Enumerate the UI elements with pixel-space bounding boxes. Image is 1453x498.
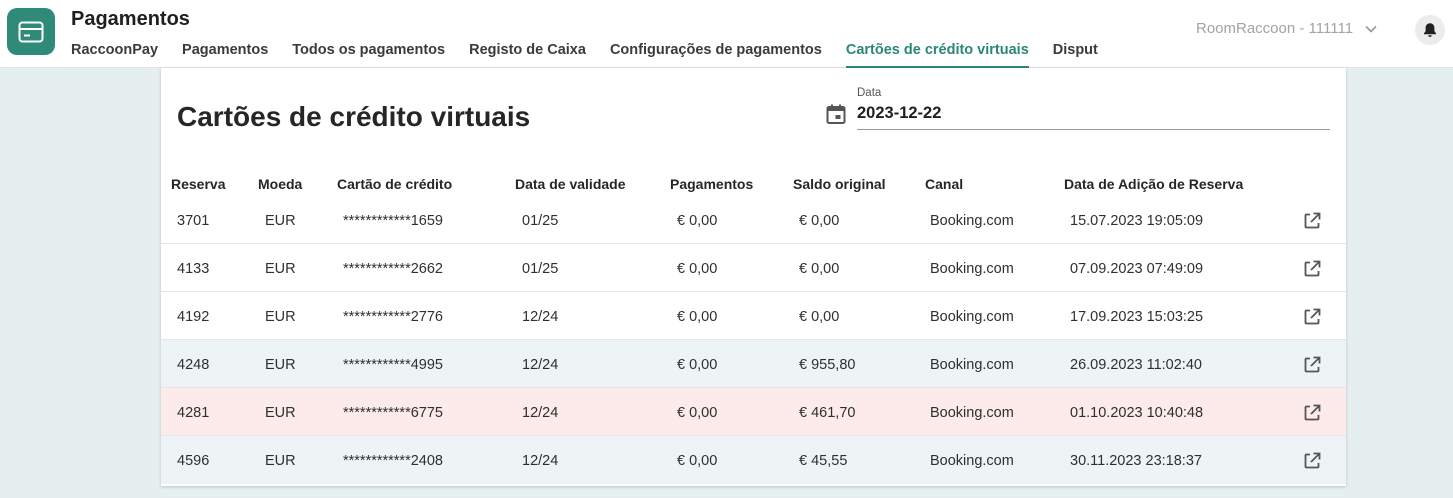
cell-canal: Booking.com	[930, 453, 1014, 469]
cell-data-adicao: 26.09.2023 11:02:40	[1070, 357, 1202, 373]
top-bar: Pagamentos RaccoonPay Pagamentos Todos o…	[0, 0, 1453, 68]
cell-cartao: ************2662	[343, 261, 443, 277]
tab-todos-os-pagamentos[interactable]: Todos os pagamentos	[292, 40, 445, 68]
tab-cartoes-de-credito-virtuais[interactable]: Cartões de crédito virtuais	[845, 40, 1029, 68]
cell-moeda: EUR	[265, 261, 296, 277]
table-row[interactable]: 4192 EUR ************2776 12/24 € 0,00 €…	[161, 292, 1346, 340]
tab-configuracoes-de-pagamentos[interactable]: Configurações de pagamentos	[610, 40, 822, 68]
cell-saldo: € 0,00	[799, 309, 840, 325]
app-title: Pagamentos	[71, 8, 190, 30]
cell-data-adicao: 17.09.2023 15:03:25	[1070, 309, 1204, 325]
cell-validade: 12/24	[522, 405, 559, 421]
table-row[interactable]: 4596 EUR ************2408 12/24 € 0,00 €…	[161, 436, 1346, 484]
cell-validade: 01/25	[522, 213, 559, 229]
header-pagamentos[interactable]: Pagamentos	[670, 176, 753, 192]
cell-cartao: ************2408	[343, 453, 443, 469]
cell-cartao: ************6775	[343, 405, 443, 421]
tab-disput[interactable]: Disput	[1053, 40, 1098, 68]
external-link-icon[interactable]	[1302, 355, 1322, 375]
tab-registo-de-caixa[interactable]: Registo de Caixa	[469, 40, 586, 68]
header-cartao-de-credito[interactable]: Cartão de crédito	[337, 176, 452, 192]
cell-validade: 12/24	[522, 453, 559, 469]
cell-cartao: ************4995	[343, 357, 443, 373]
header-moeda[interactable]: Moeda	[258, 176, 302, 192]
cell-pagamentos: € 0,00	[677, 453, 718, 469]
vcc-card: Cartões de crédito virtuais Data 2023-12…	[161, 68, 1346, 486]
cell-pagamentos: € 0,00	[677, 405, 718, 421]
bell-icon[interactable]	[1415, 15, 1445, 45]
cell-reserva: 4192	[177, 309, 210, 325]
cell-moeda: EUR	[265, 213, 296, 229]
cell-cartao: ************1659	[343, 213, 443, 229]
table-row[interactable]: 3701 EUR ************1659 01/25 € 0,00 €…	[161, 196, 1346, 244]
account-selector[interactable]: RoomRaccoon - 111111	[1196, 20, 1377, 37]
cell-data-adicao: 30.11.2023 23:18:37	[1070, 453, 1202, 469]
cell-data-adicao: 01.10.2023 10:40:48	[1070, 405, 1204, 421]
page-title: Cartões de crédito virtuais	[177, 101, 531, 132]
cell-canal: Booking.com	[930, 309, 1014, 325]
cell-pagamentos: € 0,00	[677, 309, 718, 325]
tab-pagamentos[interactable]: Pagamentos	[182, 40, 268, 68]
cell-reserva: 4248	[177, 357, 210, 373]
cell-reserva: 4281	[177, 405, 210, 421]
cell-saldo: € 45,55	[799, 453, 848, 469]
cell-validade: 01/25	[522, 261, 559, 277]
cell-moeda: EUR	[265, 309, 296, 325]
chevron-down-icon	[1365, 20, 1377, 37]
cell-moeda: EUR	[265, 357, 296, 373]
external-link-icon[interactable]	[1302, 211, 1322, 231]
cell-data-adicao: 15.07.2023 19:05:09	[1070, 213, 1204, 229]
external-link-icon[interactable]	[1302, 403, 1322, 423]
cell-moeda: EUR	[265, 453, 296, 469]
table-row[interactable]: 4133 EUR ************2662 01/25 € 0,00 €…	[161, 244, 1346, 292]
nav-tabs: RaccoonPay Pagamentos Todos os pagamento…	[71, 40, 1122, 68]
header-reserva[interactable]: Reserva	[171, 176, 226, 192]
cell-reserva: 4133	[177, 261, 210, 277]
cell-cartao: ************2776	[343, 309, 443, 325]
header-data-de-adicao[interactable]: Data de Adição de Reserva	[1064, 176, 1243, 192]
cell-moeda: EUR	[265, 405, 296, 421]
cell-canal: Booking.com	[930, 405, 1014, 421]
cell-canal: Booking.com	[930, 213, 1014, 229]
cell-validade: 12/24	[522, 309, 559, 325]
external-link-icon[interactable]	[1302, 259, 1322, 279]
cell-saldo: € 955,80	[799, 357, 856, 373]
cell-saldo: € 461,70	[799, 405, 856, 421]
cell-validade: 12/24	[522, 357, 559, 373]
cell-saldo: € 0,00	[799, 261, 840, 277]
date-input[interactable]: 2023-12-22	[857, 104, 1330, 130]
cell-pagamentos: € 0,00	[677, 213, 718, 229]
cell-canal: Booking.com	[930, 357, 1014, 373]
cell-pagamentos: € 0,00	[677, 357, 718, 373]
cell-reserva: 4596	[177, 453, 210, 469]
external-link-icon[interactable]	[1302, 451, 1322, 471]
date-filter: Data 2023-12-22	[825, 86, 1330, 132]
external-link-icon[interactable]	[1302, 307, 1322, 327]
cell-reserva: 3701	[177, 213, 210, 229]
cell-saldo: € 0,00	[799, 213, 840, 229]
account-label: RoomRaccoon - 111111	[1196, 20, 1354, 37]
header-canal[interactable]: Canal	[925, 176, 963, 192]
date-label: Data	[857, 87, 882, 99]
header-saldo-original[interactable]: Saldo original	[793, 176, 886, 192]
vcc-table-body: 3701 EUR ************1659 01/25 € 0,00 €…	[161, 196, 1346, 484]
calendar-icon[interactable]	[825, 103, 847, 125]
table-row[interactable]: 4281 EUR ************6775 12/24 € 0,00 €…	[161, 388, 1346, 436]
cell-data-adicao: 07.09.2023 07:49:09	[1070, 261, 1204, 277]
credit-card-icon[interactable]	[7, 8, 55, 55]
tab-raccoonpay[interactable]: RaccoonPay	[71, 40, 158, 68]
cell-canal: Booking.com	[930, 261, 1014, 277]
cell-pagamentos: € 0,00	[677, 261, 718, 277]
table-row[interactable]: 4248 EUR ************4995 12/24 € 0,00 €…	[161, 340, 1346, 388]
header-data-de-validade[interactable]: Data de validade	[515, 176, 626, 192]
